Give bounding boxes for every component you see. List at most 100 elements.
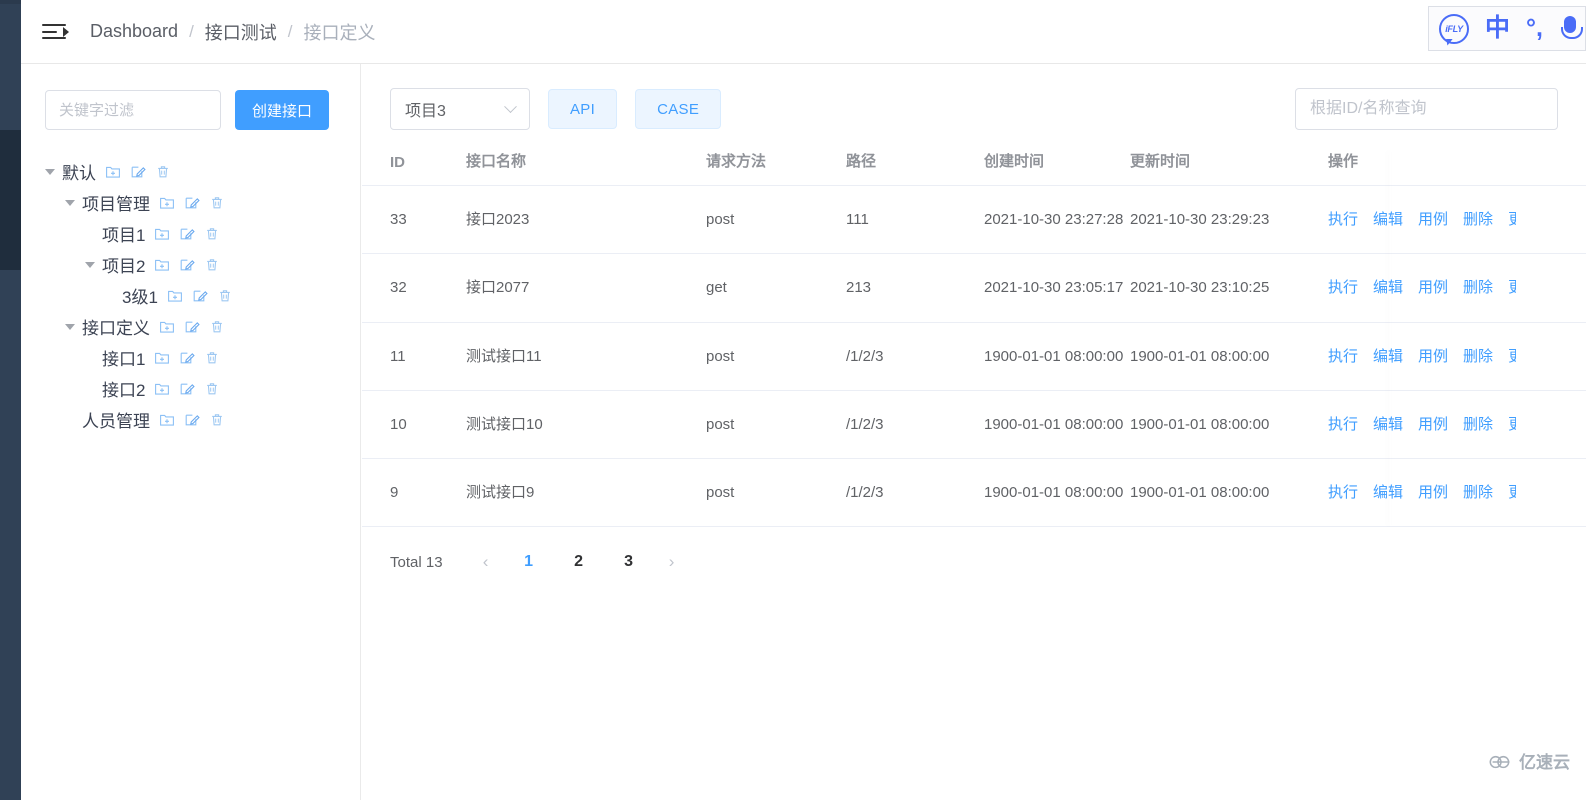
project-select[interactable]: 项目3 — [390, 88, 530, 130]
action-edit-link[interactable]: 编辑 — [1373, 481, 1403, 504]
pagination-next-button[interactable]: › — [657, 547, 687, 577]
ime-language-toggle[interactable]: 中 — [1485, 16, 1510, 41]
delete-icon[interactable] — [204, 381, 220, 397]
folder-add-icon[interactable] — [154, 381, 170, 397]
table-row[interactable]: 11测试接口11post/1/2/31900-01-01 08:00:00190… — [362, 322, 1586, 390]
delete-icon[interactable] — [209, 319, 225, 335]
tree-node[interactable]: 项目1 — [45, 218, 336, 249]
action-delete-link[interactable]: 删除 — [1463, 413, 1493, 436]
tree-expand-caret-icon[interactable] — [65, 200, 75, 206]
pagination-prev-button[interactable]: ‹ — [471, 547, 501, 577]
tree-node[interactable]: 项目管理 — [45, 187, 336, 218]
delete-icon[interactable] — [204, 257, 220, 273]
action-more-link-truncated[interactable]: 更 — [1508, 481, 1516, 504]
action-testcase-link[interactable]: 用例 — [1418, 208, 1448, 231]
microphone-icon[interactable] — [1559, 15, 1581, 43]
edit-icon[interactable] — [179, 350, 195, 366]
tree-node[interactable]: 人员管理 — [45, 404, 336, 435]
tree-node[interactable]: 接口定义 — [45, 311, 336, 342]
cell-actions: 执行编辑用例删除更 — [1328, 186, 1586, 254]
action-testcase-link[interactable]: 用例 — [1418, 276, 1448, 299]
tree-expand-caret-icon[interactable] — [45, 169, 55, 175]
cell-id: 10 — [362, 390, 466, 458]
hamburger-collapse-icon[interactable] — [42, 19, 68, 45]
edit-icon[interactable] — [130, 164, 146, 180]
action-delete-link[interactable]: 删除 — [1463, 208, 1493, 231]
cell-actions: 执行编辑用例删除更 — [1328, 322, 1586, 390]
action-delete-link[interactable]: 删除 — [1463, 345, 1493, 368]
folder-add-icon[interactable] — [159, 412, 175, 428]
action-delete-link[interactable]: 删除 — [1463, 481, 1493, 504]
edit-icon[interactable] — [179, 257, 195, 273]
table-row[interactable]: 9测试接口9post/1/2/31900-01-01 08:00:001900-… — [362, 459, 1586, 527]
tree-node-label: 接口定义 — [82, 314, 150, 339]
delete-icon[interactable] — [209, 412, 225, 428]
action-more-link-truncated[interactable]: 更 — [1508, 208, 1516, 231]
ime-punctuation-toggle[interactable]: °, — [1526, 16, 1543, 41]
tree-node[interactable]: 项目2 — [45, 249, 336, 280]
tree-node-label: 项目管理 — [82, 190, 150, 215]
left-nav-rail[interactable] — [0, 0, 21, 800]
table-row[interactable]: 32接口2077get2132021-10-30 23:05:172021-10… — [362, 254, 1586, 322]
cloud-icon — [1488, 752, 1514, 769]
delete-icon[interactable] — [209, 195, 225, 211]
action-execute-link[interactable]: 执行 — [1328, 208, 1358, 231]
folder-add-icon[interactable] — [105, 164, 121, 180]
table-row[interactable]: 33接口2023post1112021-10-30 23:27:282021-1… — [362, 186, 1586, 254]
action-delete-link[interactable]: 删除 — [1463, 276, 1493, 299]
tree-node[interactable]: 默认 — [45, 156, 336, 187]
action-execute-link[interactable]: 执行 — [1328, 345, 1358, 368]
tree-expand-caret-icon[interactable] — [85, 262, 95, 268]
delete-icon[interactable] — [155, 164, 171, 180]
action-edit-link[interactable]: 编辑 — [1373, 276, 1403, 299]
action-more-link-truncated[interactable]: 更 — [1508, 345, 1516, 368]
cell-name: 接口2023 — [466, 186, 706, 254]
pagination-page-1[interactable]: 1 — [514, 547, 544, 577]
action-testcase-link[interactable]: 用例 — [1418, 481, 1448, 504]
table-row[interactable]: 10测试接口10post/1/2/31900-01-01 08:00:00190… — [362, 390, 1586, 458]
rail-active-section[interactable] — [0, 130, 21, 270]
ifly-ime-toolbar[interactable]: iFLY 中 °, — [1428, 6, 1586, 51]
edit-icon[interactable] — [184, 195, 200, 211]
folder-add-icon[interactable] — [154, 226, 170, 242]
search-input[interactable] — [1295, 88, 1558, 130]
breadcrumb-item-2[interactable]: 接口测试 — [205, 19, 277, 45]
folder-add-icon[interactable] — [154, 257, 170, 273]
action-more-link-truncated[interactable]: 更 — [1508, 413, 1516, 436]
delete-icon[interactable] — [217, 288, 233, 304]
action-edit-link[interactable]: 编辑 — [1373, 208, 1403, 231]
edit-icon[interactable] — [184, 412, 200, 428]
action-edit-link[interactable]: 编辑 — [1373, 413, 1403, 436]
tree-expand-caret-icon[interactable] — [65, 324, 75, 330]
api-tab-button[interactable]: API — [548, 89, 617, 129]
action-edit-link[interactable]: 编辑 — [1373, 345, 1403, 368]
action-more-link-truncated[interactable]: 更 — [1508, 276, 1516, 299]
keyword-filter-input[interactable] — [45, 90, 221, 130]
action-execute-link[interactable]: 执行 — [1328, 276, 1358, 299]
edit-icon[interactable] — [192, 288, 208, 304]
ifly-logo-icon[interactable]: iFLY — [1439, 14, 1469, 44]
tree-node[interactable]: 接口2 — [45, 373, 336, 404]
edit-icon[interactable] — [184, 319, 200, 335]
action-execute-link[interactable]: 执行 — [1328, 481, 1358, 504]
folder-add-icon[interactable] — [159, 319, 175, 335]
pagination-page-2[interactable]: 2 — [564, 547, 594, 577]
cell-created-time: 1900-01-01 08:00:00 — [984, 322, 1130, 390]
action-testcase-link[interactable]: 用例 — [1418, 345, 1448, 368]
pagination-page-3[interactable]: 3 — [614, 547, 644, 577]
tree-node[interactable]: 接口1 — [45, 342, 336, 373]
folder-add-icon[interactable] — [154, 350, 170, 366]
breadcrumb-item-1[interactable]: Dashboard — [90, 21, 178, 42]
breadcrumb-separator: / — [189, 22, 194, 42]
edit-icon[interactable] — [179, 226, 195, 242]
create-interface-button[interactable]: 创建接口 — [235, 90, 329, 130]
folder-add-icon[interactable] — [159, 195, 175, 211]
folder-add-icon[interactable] — [167, 288, 183, 304]
delete-icon[interactable] — [204, 350, 220, 366]
action-execute-link[interactable]: 执行 — [1328, 413, 1358, 436]
case-tab-button[interactable]: CASE — [635, 89, 721, 129]
tree-node[interactable]: 3级1 — [45, 280, 336, 311]
delete-icon[interactable] — [204, 226, 220, 242]
edit-icon[interactable] — [179, 381, 195, 397]
action-testcase-link[interactable]: 用例 — [1418, 413, 1448, 436]
